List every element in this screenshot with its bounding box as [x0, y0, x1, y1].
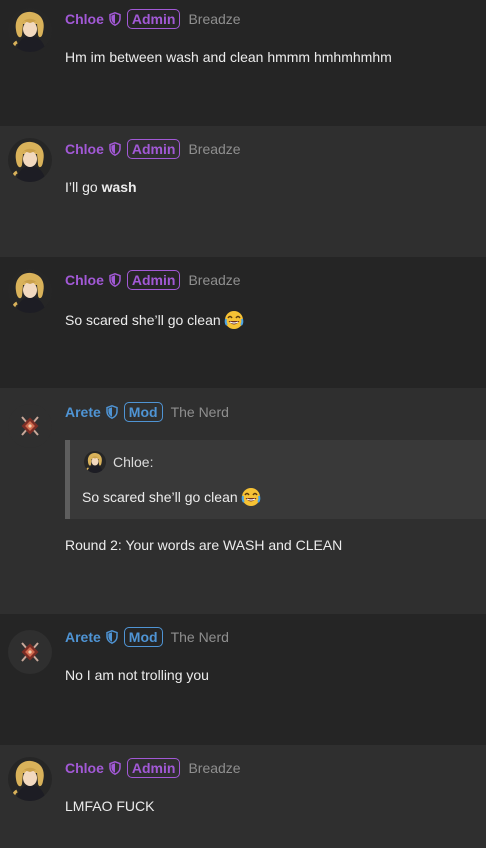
- message-header: Arete Mod The Nerd: [65, 402, 229, 422]
- shield-icon: [109, 761, 121, 775]
- user-title: The Nerd: [170, 629, 229, 645]
- message-text-prefix: I’ll go: [65, 179, 102, 195]
- shield-icon: [109, 273, 121, 287]
- avatar[interactable]: [8, 757, 52, 801]
- role-badge: Admin: [126, 758, 181, 778]
- role-badge: Admin: [126, 270, 181, 290]
- message: Chloe Admin Breadze Hm im between wash a…: [0, 0, 486, 126]
- quote-block[interactable]: Chloe: So scared she’ll go clean: [65, 440, 486, 519]
- message-header: Chloe Admin Breadze: [65, 9, 241, 29]
- username[interactable]: Arete: [65, 629, 101, 645]
- shield-icon: [109, 142, 121, 156]
- avatar[interactable]: [8, 138, 52, 182]
- user-title: The Nerd: [170, 404, 229, 420]
- message-text-content: So scared she’ll go clean: [65, 312, 221, 328]
- avatar[interactable]: [8, 404, 52, 448]
- user-title: Breadze: [188, 272, 241, 288]
- user-title: Breadze: [188, 141, 241, 157]
- message-text: No I am not trolling you: [65, 667, 209, 683]
- role-badge: Admin: [126, 139, 181, 159]
- message: Chloe Admin Breadze I’ll go wash: [0, 126, 486, 257]
- username[interactable]: Chloe: [65, 11, 104, 27]
- message: Chloe Admin Breadze LMFAO FUCK: [0, 745, 486, 848]
- message-text: Round 2: Your words are WASH and CLEAN: [65, 537, 343, 553]
- message: Chloe Admin Breadze So scared she’ll go …: [0, 257, 486, 388]
- message: Arete Mod The Nerd Chloe: So scared she’…: [0, 388, 486, 614]
- message-text: So scared she’ll go clean: [65, 310, 244, 330]
- message-header: Arete Mod The Nerd: [65, 627, 229, 647]
- message-text: I’ll go wash: [65, 179, 137, 195]
- role-badge: Mod: [123, 402, 163, 422]
- quote-text-content: So scared she’ll go clean: [82, 489, 238, 505]
- laughing-crying-emoji-icon: [224, 310, 244, 330]
- avatar[interactable]: [8, 269, 52, 313]
- user-title: Breadze: [188, 760, 241, 776]
- username[interactable]: Arete: [65, 404, 101, 420]
- shield-icon: [109, 12, 121, 26]
- message-header: Chloe Admin Breadze: [65, 139, 241, 159]
- message: Arete Mod The Nerd No I am not trolling …: [0, 614, 486, 745]
- username[interactable]: Chloe: [65, 760, 104, 776]
- role-badge: Mod: [123, 627, 163, 647]
- shield-icon: [106, 405, 118, 419]
- message-text-bold: wash: [101, 179, 137, 195]
- avatar[interactable]: [8, 8, 52, 52]
- message-text: Hm im between wash and clean hmmm hmhmhm…: [65, 49, 392, 65]
- message-header: Chloe Admin Breadze: [65, 270, 241, 290]
- quote-text: So scared she’ll go clean: [82, 487, 261, 507]
- avatar[interactable]: [8, 630, 52, 674]
- shield-icon: [106, 630, 118, 644]
- username[interactable]: Chloe: [65, 141, 104, 157]
- laughing-crying-emoji-icon: [241, 487, 261, 507]
- message-text: LMFAO FUCK: [65, 798, 155, 814]
- username[interactable]: Chloe: [65, 272, 104, 288]
- message-header: Chloe Admin Breadze: [65, 758, 241, 778]
- quote-author-avatar: [84, 451, 106, 473]
- user-title: Breadze: [188, 11, 241, 27]
- quote-author: Chloe:: [113, 454, 154, 470]
- role-badge: Admin: [126, 9, 181, 29]
